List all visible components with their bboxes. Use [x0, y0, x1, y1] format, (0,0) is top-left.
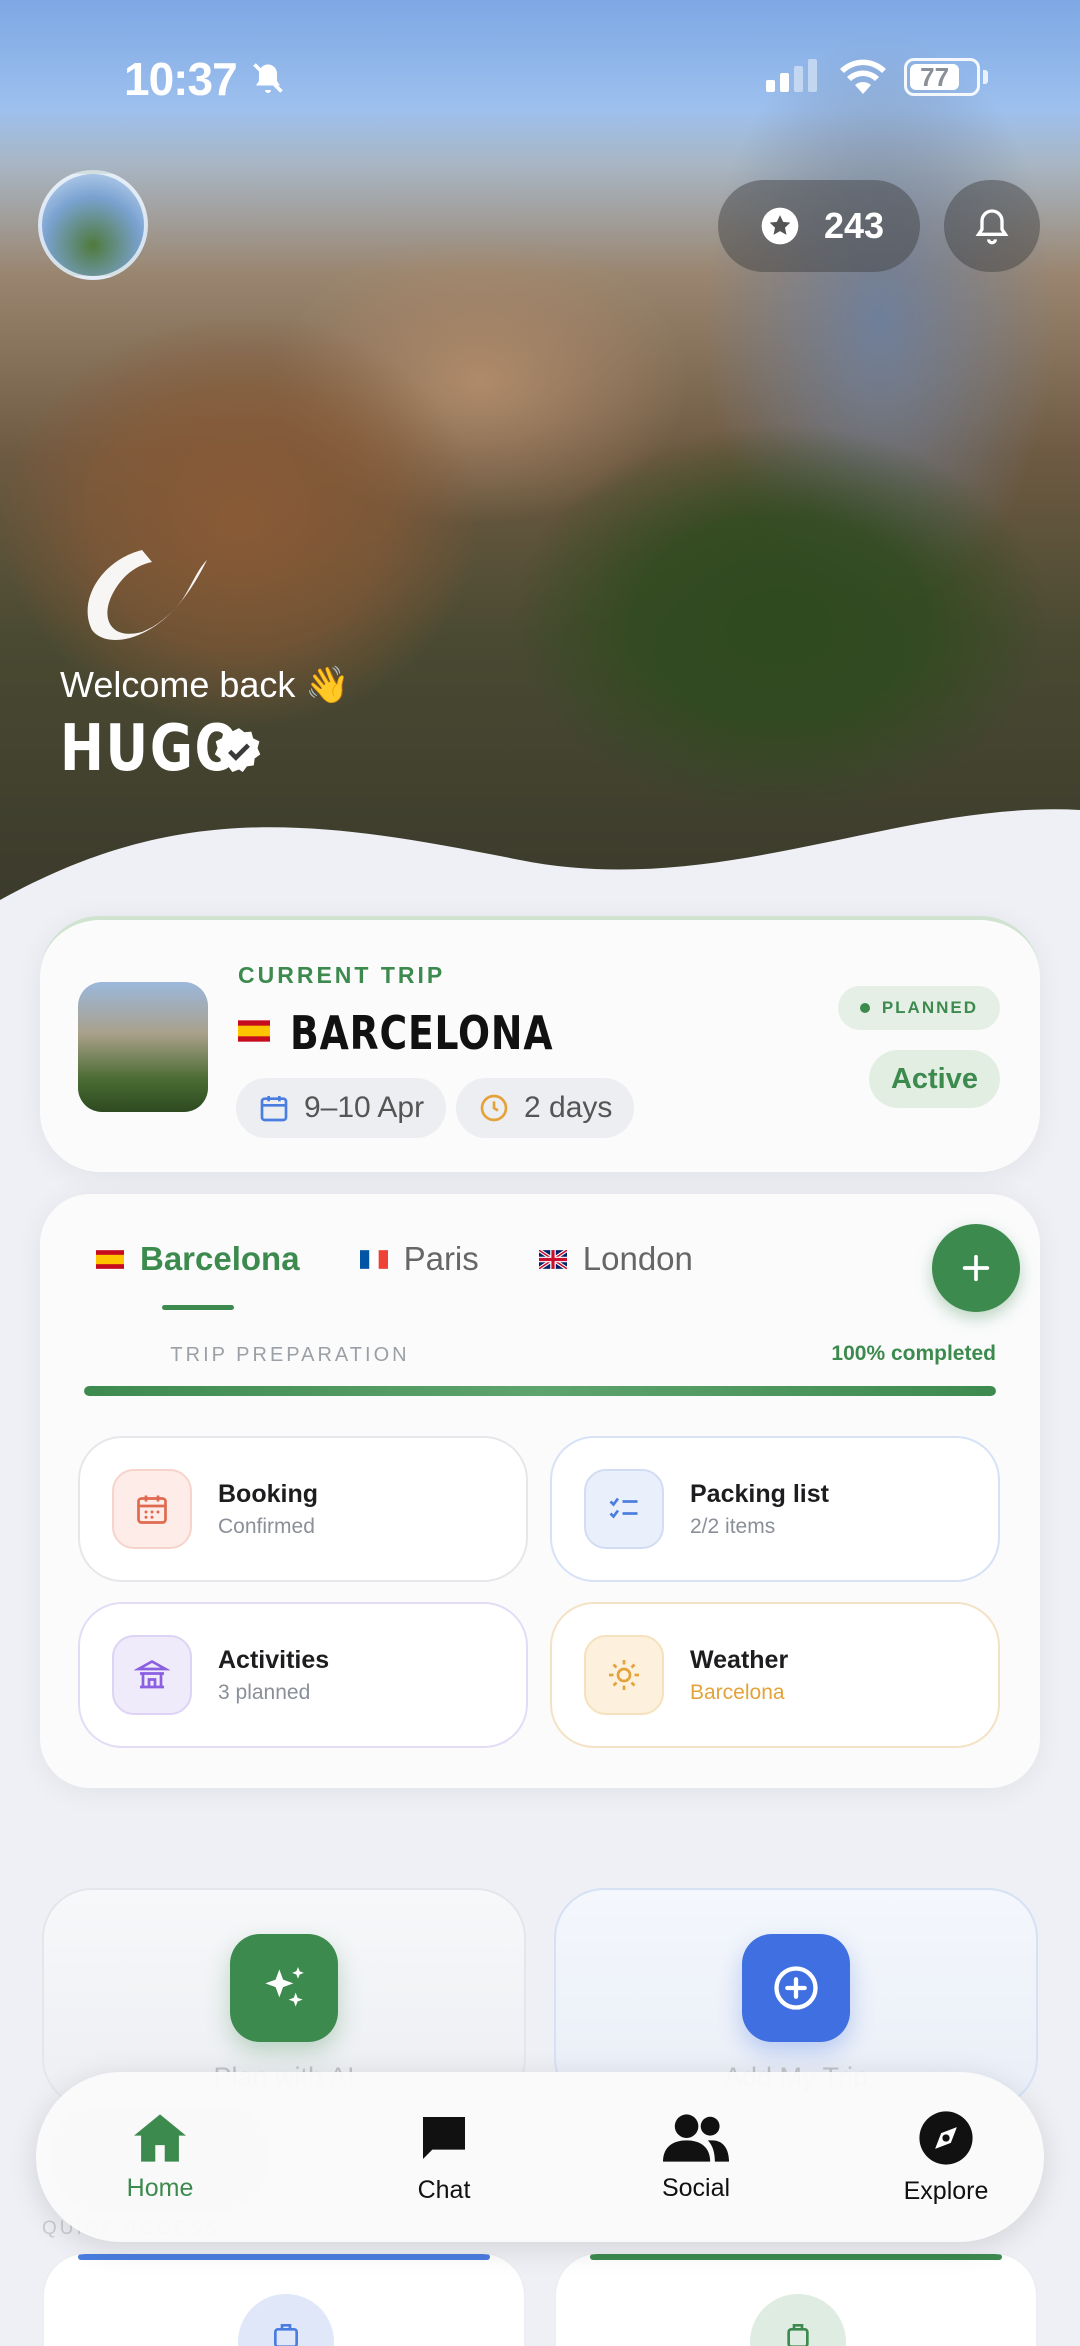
- status-badge-label: PLANNED: [881, 998, 978, 1017]
- nav-social[interactable]: Social: [596, 2072, 796, 2242]
- tab-label: Barcelona: [140, 1240, 300, 1277]
- status-time: 10:37: [124, 53, 238, 105]
- tab-label: Paris: [403, 1240, 479, 1277]
- trip-thumbnail: [78, 982, 208, 1112]
- silent-mode-icon: [253, 63, 283, 93]
- trip-duration-chip: 2 days: [456, 1078, 635, 1138]
- chat-icon: [423, 2116, 465, 2159]
- luggage-icon: [750, 2294, 846, 2346]
- trip-duration: 2 days: [524, 1091, 613, 1124]
- tab-london[interactable]: London: [538, 1240, 693, 1278]
- nav-explore-label: Explore: [903, 2176, 989, 2205]
- preparation-percent: 100% completed: [831, 1342, 996, 1365]
- preparation-progress-bar: [84, 1386, 996, 1396]
- add-circle-icon: [742, 1934, 850, 2042]
- plus-icon: [962, 1254, 990, 1282]
- status-dot: [859, 1003, 870, 1013]
- home-icon: [134, 2113, 186, 2162]
- tab-label: London: [582, 1240, 693, 1277]
- preparation-progress-fill: [84, 1386, 996, 1396]
- trip-tabs: Barcelona Paris London: [96, 1240, 693, 1310]
- compass-icon: [919, 2110, 973, 2165]
- spain-flag-icon: [96, 1249, 124, 1269]
- packing-title: Packing list: [690, 1479, 829, 1508]
- preparation-title: TRIP PREPARATION: [170, 1344, 410, 1366]
- signal-icon: [766, 59, 817, 92]
- hero-wave: [0, 809, 1080, 910]
- trip-preparation-card: Barcelona Paris London TRIP PREPARATION …: [40, 1194, 1040, 1788]
- packing-list-tile[interactable]: Packing list 2/2 items: [550, 1436, 1000, 1582]
- tab-paris[interactable]: Paris: [359, 1240, 479, 1278]
- battery-icon: 77: [904, 58, 980, 96]
- app-logo: [87, 550, 207, 640]
- booking-subtitle: Confirmed: [218, 1514, 315, 1538]
- bell-icon: [975, 209, 1009, 245]
- welcome-text: Welcome back 👋: [60, 664, 351, 705]
- sparkles-icon: [230, 1934, 338, 2042]
- nav-social-label: Social: [661, 2173, 731, 2202]
- packing-subtitle: 2/2 items: [690, 1514, 776, 1538]
- star-icon: [761, 207, 799, 245]
- weather-tile[interactable]: Weather Barcelona: [550, 1602, 1000, 1748]
- current-trip-card[interactable]: CURRENT TRIP BARCELONA 9–10 Apr 2 days P…: [40, 916, 1040, 1172]
- booking-tile[interactable]: Booking Confirmed: [78, 1436, 528, 1582]
- bottom-navigation: Home Chat Social Explore: [36, 2072, 1044, 2242]
- current-trip-label: CURRENT TRIP: [238, 962, 446, 988]
- nav-chat[interactable]: Chat: [344, 2072, 544, 2242]
- calendar-icon: [260, 1096, 288, 1122]
- trip-dates-chip: 9–10 Apr: [236, 1078, 447, 1138]
- suitcase-icon: [238, 2294, 334, 2346]
- activities-title: Activities: [218, 1645, 330, 1674]
- people-icon: [663, 2113, 729, 2162]
- nav-home[interactable]: Home: [50, 2072, 270, 2242]
- checklist-icon: [584, 1469, 664, 1549]
- spain-flag-icon: [238, 1020, 270, 1042]
- nav-explore[interactable]: Explore: [846, 2072, 1046, 2242]
- france-flag-icon: [359, 1249, 388, 1269]
- add-trip-fab[interactable]: [932, 1224, 1020, 1312]
- temple-icon: [112, 1635, 192, 1715]
- activities-subtitle: 3 planned: [218, 1680, 311, 1704]
- sun-icon: [584, 1635, 664, 1715]
- wifi-icon: [840, 59, 886, 94]
- active-badge: Active: [868, 1050, 1000, 1108]
- weather-subtitle: Barcelona: [690, 1680, 785, 1704]
- trip-city: BARCELONA: [290, 1006, 554, 1060]
- nav-chat-label: Chat: [417, 2175, 471, 2204]
- tab-barcelona[interactable]: Barcelona: [96, 1240, 300, 1310]
- activities-tile[interactable]: Activities 3 planned: [78, 1602, 528, 1748]
- weather-title: Weather: [690, 1645, 789, 1674]
- clock-icon: [480, 1094, 508, 1122]
- avatar[interactable]: [38, 170, 148, 280]
- status-badge: PLANNED: [837, 986, 1000, 1030]
- quick-access-card[interactable]: [554, 2252, 1038, 2346]
- nav-home-label: Home: [126, 2173, 194, 2202]
- notifications-button[interactable]: [944, 180, 1040, 272]
- battery-nub: [983, 70, 988, 84]
- verified-badge-icon: [214, 728, 261, 773]
- battery-level: 77: [910, 62, 960, 92]
- quick-access-card[interactable]: [42, 2252, 526, 2346]
- trip-dates: 9–10 Apr: [304, 1091, 425, 1124]
- uk-flag-icon: [538, 1249, 567, 1269]
- booking-title: Booking: [218, 1479, 318, 1508]
- points-count: 243: [824, 205, 885, 246]
- points-button[interactable]: 243: [718, 180, 920, 272]
- calendar-icon: [112, 1469, 192, 1549]
